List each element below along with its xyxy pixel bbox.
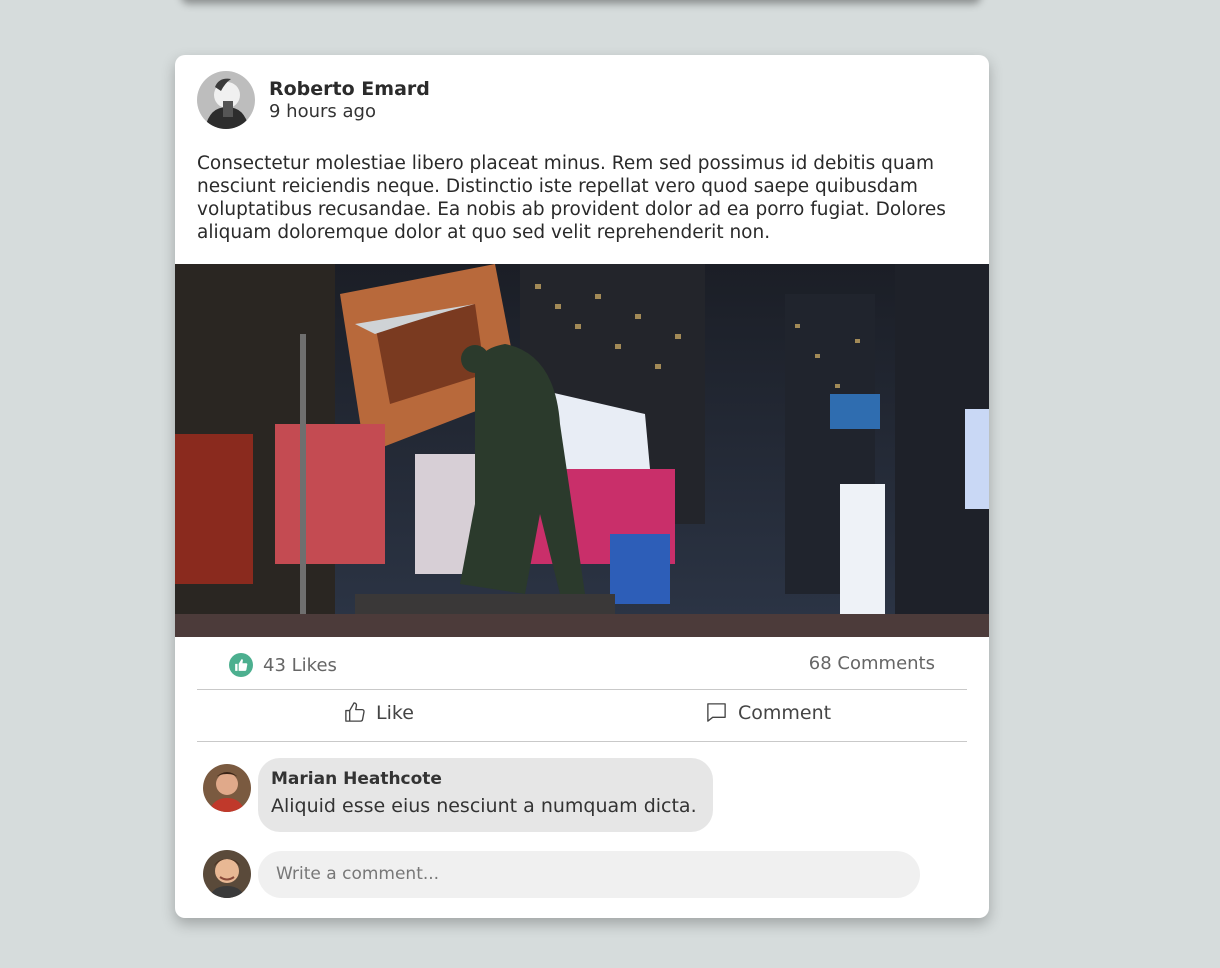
current-user-avatar[interactable] — [203, 850, 251, 898]
post-body: Consectetur molestiae libero placeat min… — [197, 153, 946, 243]
comment-button[interactable]: Comment — [705, 701, 831, 724]
post-actions: Like Comment — [197, 690, 967, 742]
post-timestamp[interactable]: 9 hours ago — [269, 101, 430, 123]
comments-count[interactable]: 68 Comments — [809, 653, 935, 674]
comment-input[interactable] — [258, 850, 920, 898]
commenter-name[interactable]: Marian Heathcote — [271, 769, 697, 789]
post-header: Roberto Emard 9 hours ago — [197, 71, 430, 129]
commenter-avatar[interactable] — [203, 764, 251, 812]
comment-composer — [203, 850, 920, 898]
speech-bubble-icon — [707, 703, 726, 722]
comment-text: Aliquid esse eius nesciunt a numquam dic… — [271, 795, 697, 817]
thumbs-up-badge-icon — [229, 653, 253, 677]
author-block: Roberto Emard 9 hours ago — [269, 78, 430, 123]
like-button-label: Like — [376, 701, 414, 724]
comment-button-label: Comment — [738, 701, 832, 724]
post-stats: 43 Likes 68 Comments — [197, 637, 967, 690]
likes-count: 43 Likes — [263, 654, 337, 676]
comment-bubble: Marian Heathcote Aliquid esse eius nesci… — [258, 758, 713, 832]
likes-summary[interactable]: 43 Likes — [229, 653, 337, 677]
thumbs-up-icon — [345, 702, 365, 722]
author-avatar[interactable] — [197, 71, 255, 129]
post-image[interactable] — [175, 264, 989, 637]
author-name[interactable]: Roberto Emard — [269, 78, 430, 101]
comment-item: Marian Heathcote Aliquid esse eius nesci… — [203, 758, 713, 832]
post-card: Roberto Emard 9 hours ago Consectetur mo… — [175, 55, 989, 918]
like-button[interactable]: Like — [343, 701, 414, 724]
